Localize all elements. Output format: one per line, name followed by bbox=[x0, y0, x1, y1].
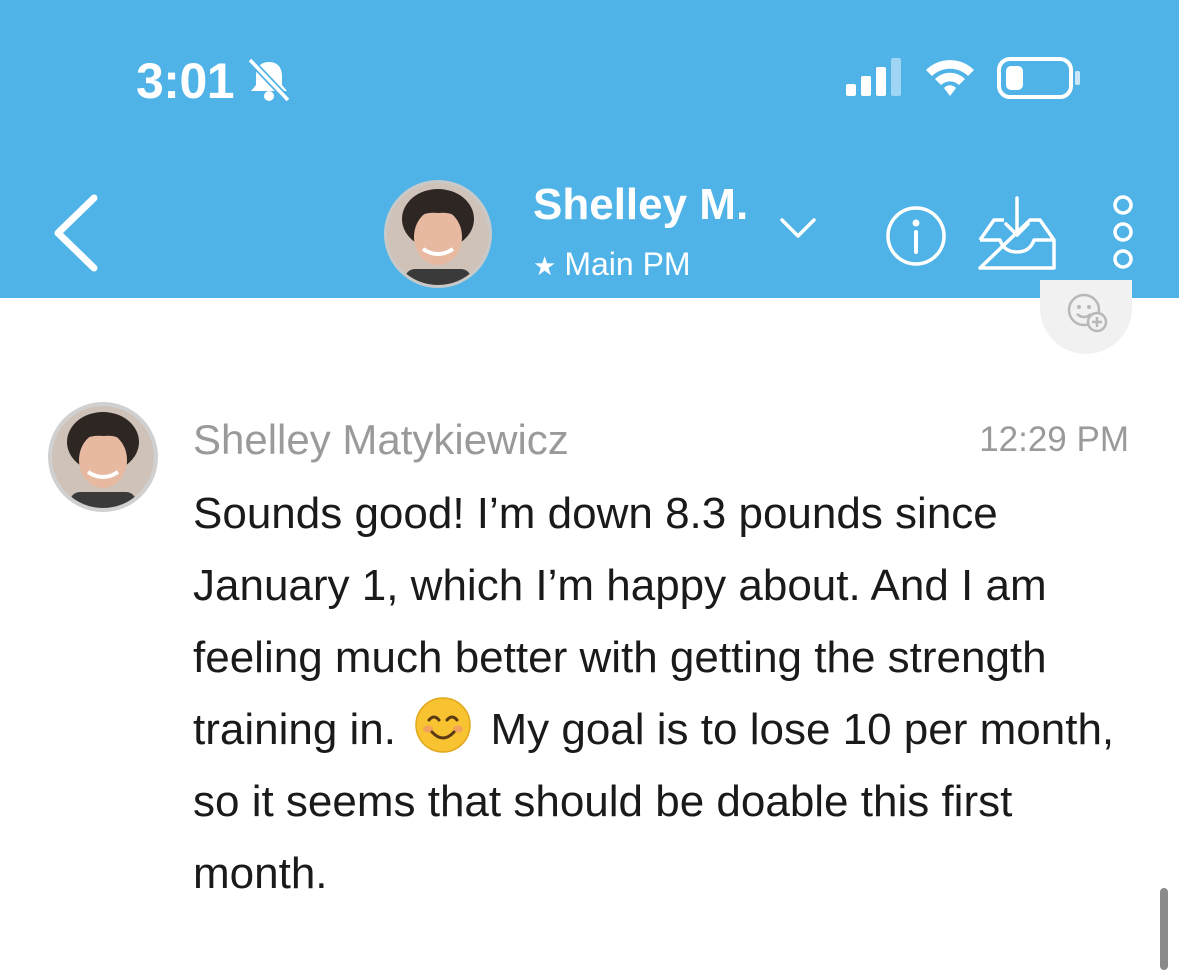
contact-name[interactable]: Shelley M. bbox=[533, 180, 748, 230]
battery-icon bbox=[997, 57, 1080, 99]
inbox-download-icon[interactable] bbox=[976, 194, 1058, 272]
contact-avatar[interactable] bbox=[384, 180, 492, 288]
star-icon: ★ bbox=[533, 251, 557, 281]
avatar-image bbox=[387, 183, 489, 285]
wifi-icon bbox=[926, 60, 974, 96]
add-reaction-button[interactable] bbox=[1040, 280, 1132, 354]
sender-name: Shelley Matykiewicz bbox=[193, 416, 569, 463]
bell-muted-icon bbox=[247, 57, 291, 102]
emoji-add-icon bbox=[1067, 293, 1108, 333]
app-header: 3:01 Shelley M. ★ Main PM bbox=[0, 0, 1179, 298]
subtitle-label: Main PM bbox=[564, 246, 691, 282]
info-button[interactable] bbox=[884, 204, 948, 268]
scrollbar[interactable] bbox=[1160, 888, 1168, 970]
sender-avatar[interactable] bbox=[48, 402, 158, 512]
status-time: 3:01 bbox=[136, 53, 235, 109]
message-text: Sounds good! I’m down 8.3 pounds since J… bbox=[193, 478, 1143, 910]
chevron-down-icon[interactable] bbox=[778, 214, 818, 242]
smiling-face-icon bbox=[415, 697, 471, 753]
contact-subtitle: ★ Main PM bbox=[533, 246, 691, 283]
avatar-image bbox=[52, 406, 154, 508]
more-vertical-icon[interactable] bbox=[1106, 192, 1140, 272]
message-timestamp: 12:29 PM bbox=[979, 420, 1129, 459]
back-button[interactable] bbox=[46, 190, 106, 276]
signal-icon bbox=[846, 58, 901, 96]
